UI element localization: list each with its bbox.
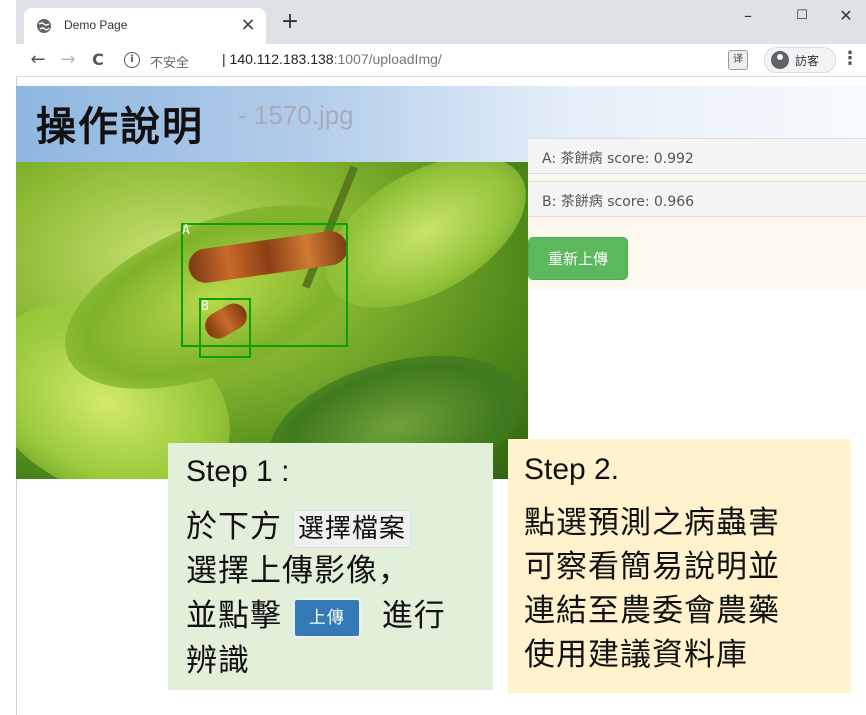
bbox-b-label: B: [201, 299, 209, 314]
step2-card: Step 2. 點選預測之病蟲害 可察看簡易說明並 連結至農委會農藥 使用建議資…: [508, 439, 851, 693]
browser-toolbar: ← → C i 不安全 | 140.112.183.138:1007/uploa…: [16, 44, 866, 77]
choose-file-chip: 選擇檔案: [292, 510, 411, 548]
uploaded-image: A B: [16, 162, 528, 479]
reload-icon[interactable]: C: [86, 48, 110, 72]
browser-tab[interactable]: Demo Page ×: [24, 8, 266, 44]
step1-text: 於下方: [186, 509, 282, 545]
forward-icon[interactable]: →: [56, 48, 80, 72]
upload-chip: 上傳: [292, 597, 361, 638]
profile-name: 訪客: [795, 54, 820, 68]
site-info-icon[interactable]: i: [124, 52, 140, 68]
tab-title: Demo Page: [64, 18, 128, 32]
step2-line4: 使用建議資料庫: [524, 637, 748, 673]
maximize-icon[interactable]: ☐: [782, 4, 822, 28]
url-text[interactable]: | 140.112.183.138:1007/uploadImg/: [222, 51, 442, 67]
page-title: 操作說明: [36, 104, 204, 150]
result-item-a[interactable]: A: 茶餅病 score: 0.992: [528, 138, 866, 174]
new-tab-icon[interactable]: +: [278, 8, 302, 36]
minimize-icon[interactable]: –: [728, 4, 768, 28]
reupload-button[interactable]: 重新上傳: [528, 237, 628, 280]
address-bar[interactable]: i 不安全 | 140.112.183.138:1007/uploadImg/: [116, 46, 756, 74]
step1-text: 進行: [381, 598, 446, 634]
url-host: | 140.112.183.138: [222, 51, 334, 67]
step2-line2: 可察看簡易說明並: [524, 549, 780, 585]
globe-icon: [37, 19, 51, 33]
step1-line4: 辨識: [186, 643, 250, 679]
bbox-a-label: A: [182, 223, 190, 238]
result-item-b[interactable]: B: 茶餅病 score: 0.966: [528, 181, 866, 217]
profile-button[interactable]: 訪客: [764, 47, 836, 73]
step1-text: 並點擊: [186, 598, 282, 634]
browser-tab-bar: Demo Page × + – ☐ ✕: [16, 0, 866, 44]
step1-line2: 選擇上傳影像，: [186, 553, 410, 589]
menu-icon[interactable]: ⋮: [840, 48, 860, 69]
back-icon[interactable]: ←: [26, 48, 50, 72]
url-path: :1007/uploadImg/: [333, 51, 442, 67]
close-window-icon[interactable]: ✕: [826, 4, 866, 28]
step1-card: Step 1 : 於下方 選擇檔案 選擇上傳影像， 並點擊 上傳 進行 辨識: [168, 443, 493, 690]
step2-line1: 點選預測之病蟲害: [524, 505, 780, 541]
tab-close-icon[interactable]: ×: [238, 14, 258, 35]
step1-line1: 於下方 選擇檔案: [186, 501, 411, 548]
avatar-icon: [771, 51, 789, 69]
insecure-label: 不安全: [150, 56, 190, 71]
result-text: B: 茶餅病 score: 0.966: [542, 194, 695, 210]
step2-title: Step 2.: [524, 453, 620, 486]
translate-icon[interactable]: 译: [728, 50, 748, 70]
step2-line3: 連結至農委會農藥: [524, 593, 780, 629]
step1-title: Step 1 :: [186, 455, 290, 488]
step1-line3: 並點擊 上傳 進行: [186, 590, 446, 638]
window-left-edge: [0, 0, 17, 715]
result-text: A: 茶餅病 score: 0.992: [542, 151, 694, 167]
image-filename: - 1570.jpg: [238, 100, 354, 130]
